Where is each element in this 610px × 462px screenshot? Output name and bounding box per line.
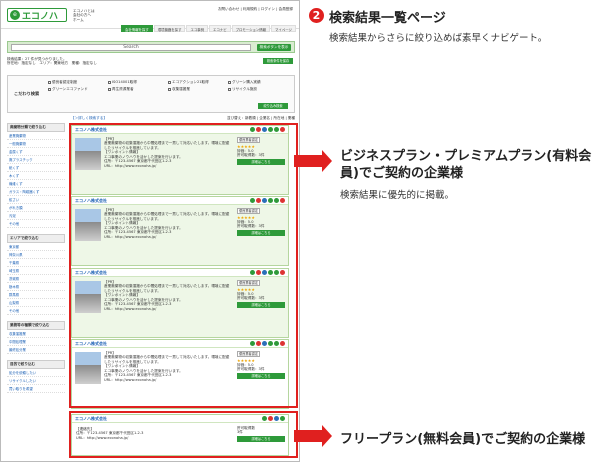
header-links: エコノハとは 会社の方へ ホーム <box>73 9 113 22</box>
sidebar-link[interactable]: がれき類 <box>7 204 65 212</box>
sidebar-link[interactable]: 東京都 <box>7 243 65 251</box>
nav-tab[interactable]: エコ事例 <box>186 25 209 32</box>
refine-search-panel: こだわり検索 優良者認定制度 ISO14001取得 エコアクション21取得 グリーン購… <box>7 75 295 113</box>
sidebar-link[interactable]: 廃プラスチック <box>7 156 65 164</box>
checkbox[interactable] <box>168 88 171 92</box>
sidebar-link[interactable]: 紙くず <box>7 164 65 172</box>
sidebar-link[interactable]: 木くず <box>7 172 65 180</box>
nav-tab[interactable]: プロモーション情報 <box>231 25 271 32</box>
checkbox[interactable] <box>228 80 231 84</box>
sidebar-link[interactable]: 最終処分業 <box>7 346 65 354</box>
refine-option-label: エコアクション21取得 <box>172 80 209 84</box>
sidebar-section: エリアで絞り込む 東京都 神奈川県 千葉県 埼玉県 茨城県 栃木県 群馬県 山梨県 その他 <box>7 234 65 315</box>
refine-option-label: グリーン購入実績 <box>232 80 261 84</box>
nav-tab[interactable]: 会社情報を探す <box>121 25 153 32</box>
sort-links[interactable]: 並び替え：新着順 | 企業名 | 所在地 | 業種 <box>227 116 295 120</box>
sidebar-heading: エリアで絞り込む <box>7 234 65 243</box>
search-button[interactable]: 検索ボタンを表示 <box>257 44 291 51</box>
sidebar-link[interactable]: その他 <box>7 220 65 228</box>
advanced-search-link[interactable]: 【＞詳しく検索する】 <box>71 116 107 120</box>
sidebar-link[interactable]: 汚泥 <box>7 212 65 220</box>
sidebar-link[interactable]: 栃木県 <box>7 283 65 291</box>
header-utility-links[interactable]: お問い合わせ | 利用規約 | ログイン | 会員登録 <box>183 7 293 11</box>
free-highlight-box <box>69 411 298 458</box>
step-number-badge: 2 <box>309 8 324 23</box>
refine-option[interactable]: ISO14001取得 <box>108 80 168 84</box>
refine-option-label: グリーンエコファンド <box>52 87 88 92</box>
applied-filters: 所在地：指定なし エリア：関東地方 業種：指定なし <box>7 61 97 66</box>
sidebar-link[interactable]: 買い取りを希望 <box>7 385 65 393</box>
sidebar-section: 業務等の種類で絞り込む 収集運搬業 中間処理業 最終処分業 <box>7 321 65 354</box>
sidebar-link[interactable]: 鉱さい <box>7 196 65 204</box>
nav-tab[interactable]: エコナビ <box>209 25 231 32</box>
free-arrow-icon <box>294 425 332 447</box>
sidebar-filters: 廃棄物分類で絞り込む 産業廃棄物 一般廃棄物 金属くず 廃プラスチック 紙くず 木くず 繊維く… <box>7 123 65 399</box>
sidebar-link[interactable]: 埼玉県 <box>7 267 65 275</box>
screenshot-thumbnail: e エコノハ エコノハとは 会社の方へ ホーム お問い合わせ | 利用規約 | … <box>0 0 300 462</box>
header-link[interactable]: ホーム <box>73 18 113 22</box>
refine-option[interactable]: エコアクション21取得 <box>168 80 228 84</box>
refine-options: 優良者認定制度 ISO14001取得 エコアクション21取得 グリーン購入実績グリーン… <box>48 80 288 92</box>
page-title: 検索結果一覧ページ <box>329 11 446 26</box>
sidebar-link[interactable]: 中間処理業 <box>7 338 65 346</box>
premium-plan-note: 検索結果に優先的に掲載。 <box>340 190 455 201</box>
sidebar-link[interactable]: 茨城県 <box>7 275 65 283</box>
checkbox[interactable] <box>168 80 171 84</box>
refine-search-title: こだわり検索 <box>14 91 40 96</box>
sidebar-link[interactable]: 収集運搬業 <box>7 330 65 338</box>
sidebar-link[interactable]: その他 <box>7 307 65 315</box>
sidebar-link[interactable]: 繊維くず <box>7 180 65 188</box>
sidebar-section: 目的で絞り込む 処分を依頼したい リサイクルしたい 買い取りを希望 <box>7 360 65 393</box>
refine-option[interactable]: グリーンエコファンド <box>48 87 108 91</box>
refine-option[interactable]: リサイクル施設 <box>228 87 288 91</box>
refine-option[interactable]: 優良者認定制度 <box>48 80 108 84</box>
refine-option[interactable]: 収集運搬業 <box>168 87 228 91</box>
sidebar-link[interactable]: 処分を依頼したい <box>7 369 65 377</box>
sidebar-link[interactable]: 群馬県 <box>7 291 65 299</box>
sidebar-heading: 廃棄物分類で絞り込む <box>7 123 65 132</box>
refine-option-label: 優良者認定制度 <box>52 80 78 84</box>
sidebar-link[interactable]: 千葉県 <box>7 259 65 267</box>
search-input[interactable]: Search <box>11 44 251 51</box>
logo-text: エコノハ <box>22 11 59 22</box>
sidebar-link[interactable]: 産業廃棄物 <box>7 132 65 140</box>
sidebar-link[interactable]: 山梨県 <box>7 299 65 307</box>
result-meta: 検索結果：27 件が見つかりました。 所在地：指定なし エリア：関東地方 業種：… <box>7 57 207 66</box>
site-logo[interactable]: e エコノハ <box>7 8 67 22</box>
sidebar-link[interactable]: 金属くず <box>7 148 65 156</box>
checkbox[interactable] <box>48 80 51 84</box>
checkbox[interactable] <box>228 88 231 92</box>
checkbox[interactable] <box>108 88 111 92</box>
premium-highlight-box <box>69 123 298 408</box>
premium-arrow-icon <box>294 150 332 172</box>
premium-plan-title: ビジネスプラン・プレミアムプラン(有料会員)でご契約の企業様 <box>340 149 592 181</box>
search-bar: Search 検索ボタンを表示 <box>7 41 295 53</box>
refine-option-label: ISO14001取得 <box>112 80 137 84</box>
global-nav: 会社情報を探す 環境機器を探す エコ事例 エコナビ プロモーション情報 マイページ <box>121 25 296 32</box>
refine-option-label: 収集運搬業 <box>172 87 190 92</box>
page-subtitle: 検索結果からさらに絞り込めば素早くナビゲート。 <box>329 33 548 44</box>
refine-option-label: 再生資源業者 <box>112 87 134 92</box>
sidebar-link[interactable]: ガラス・陶磁器くず <box>7 188 65 196</box>
leaf-logo-icon: e <box>10 10 20 20</box>
refine-option[interactable]: 再生資源業者 <box>108 87 168 91</box>
free-plan-title: フリープラン(無料会員)でご契約の企業様 <box>340 432 586 447</box>
refine-search-button[interactable]: 絞り込み検索 <box>258 103 288 109</box>
checkbox[interactable] <box>108 80 111 84</box>
sidebar-link[interactable]: リサイクルしたい <box>7 377 65 385</box>
sidebar-link[interactable]: 神奈川県 <box>7 251 65 259</box>
sidebar-section: 廃棄物分類で絞り込む 産業廃棄物 一般廃棄物 金属くず 廃プラスチック 紙くず 木くず 繊維く… <box>7 123 65 228</box>
nav-tab[interactable]: 環境機器を探す <box>153 25 186 32</box>
nav-tab[interactable]: マイページ <box>271 25 296 32</box>
sidebar-link[interactable]: 一般廃棄物 <box>7 140 65 148</box>
sidebar-heading: 目的で絞り込む <box>7 360 65 369</box>
checkbox[interactable] <box>48 88 51 92</box>
save-conditions-button[interactable]: 検索条件を保存 <box>263 58 293 64</box>
sidebar-heading: 業務等の種類で絞り込む <box>7 321 65 330</box>
refine-option[interactable]: グリーン購入実績 <box>228 80 288 84</box>
refine-option-label: リサイクル施設 <box>232 87 257 92</box>
